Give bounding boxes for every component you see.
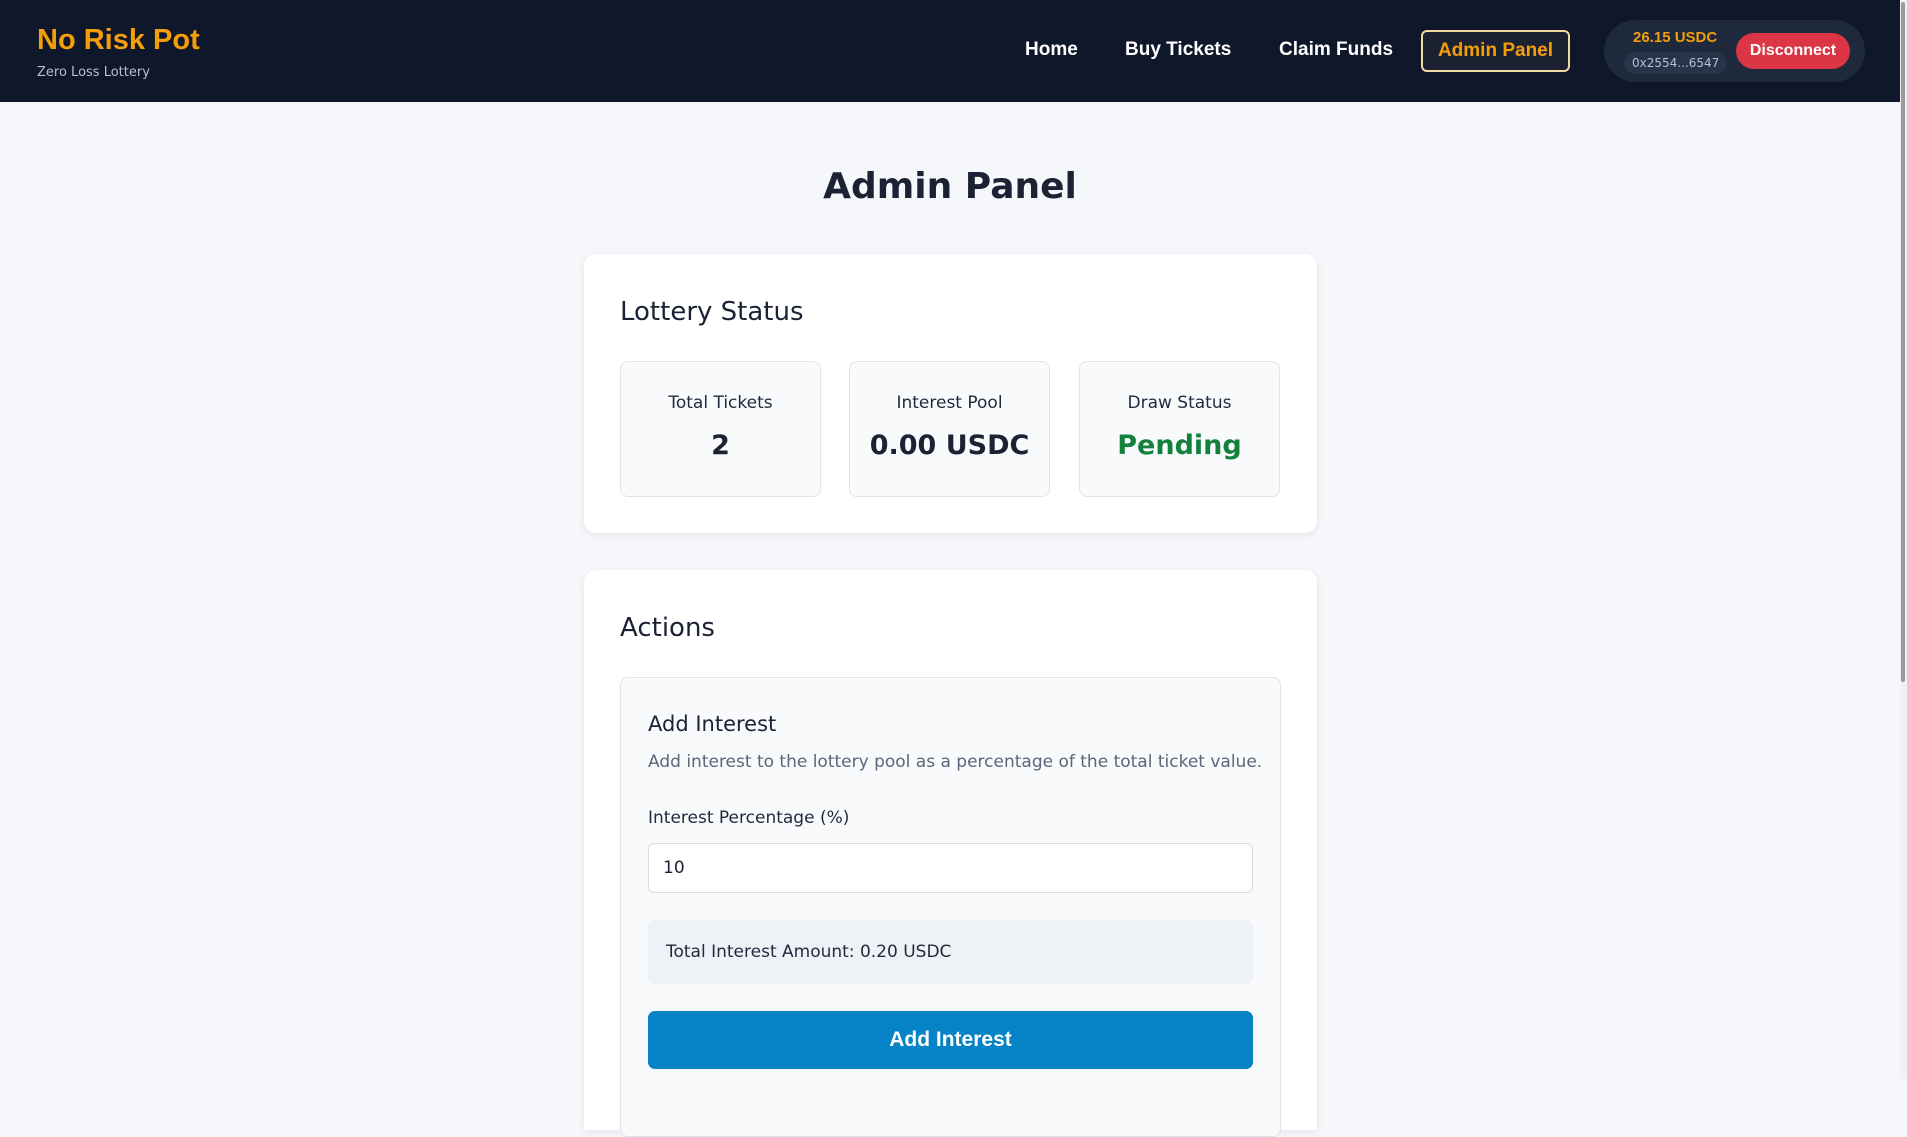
lottery-status-card: Lottery Status Total Tickets 2 Interest … — [584, 254, 1317, 533]
brand-title[interactable]: No Risk Pot — [37, 24, 200, 57]
wallet-balance: 26.15 USDC — [1633, 29, 1718, 46]
page-title: Admin Panel — [823, 166, 1077, 207]
stat-value: 0.00 USDC — [869, 430, 1030, 461]
actions-card: Actions Add Interest Add interest to the… — [584, 570, 1317, 1137]
total-interest-amount: Total Interest Amount: 0.20 USDC — [648, 920, 1253, 984]
stat-value: 2 — [711, 430, 730, 461]
stat-label: Total Tickets — [668, 393, 773, 413]
nav-admin-panel[interactable]: Admin Panel — [1421, 30, 1570, 72]
scrollbar-thumb[interactable] — [1901, 2, 1905, 682]
add-interest-title: Add Interest — [648, 712, 777, 736]
nav-claim-funds[interactable]: Claim Funds — [1279, 39, 1393, 61]
nav-buy-tickets[interactable]: Buy Tickets — [1125, 39, 1231, 61]
top-navbar: No Risk Pot Zero Loss Lottery Home Buy T… — [0, 0, 1900, 102]
stat-label: Interest Pool — [896, 393, 1003, 413]
nav-home[interactable]: Home — [1025, 39, 1078, 61]
lottery-status-title: Lottery Status — [620, 297, 804, 327]
actions-title: Actions — [620, 613, 715, 643]
add-interest-panel: Add Interest Add interest to the lottery… — [620, 677, 1281, 1137]
wallet-address: 0x2554...6547 — [1624, 52, 1728, 74]
add-interest-description: Add interest to the lottery pool as a pe… — [648, 752, 1263, 772]
draw-status-badge: Pending — [1117, 430, 1242, 461]
add-interest-button[interactable]: Add Interest — [648, 1011, 1253, 1069]
interest-percentage-input[interactable] — [648, 843, 1253, 893]
disconnect-button[interactable]: Disconnect — [1736, 33, 1850, 69]
brand-tagline: Zero Loss Lottery — [37, 65, 150, 80]
page-scrollbar[interactable] — [1900, 0, 1907, 1079]
stat-interest-pool: Interest Pool 0.00 USDC — [849, 361, 1050, 497]
wallet-widget: 26.15 USDC 0x2554...6547 Disconnect — [1604, 20, 1865, 82]
stat-total-tickets: Total Tickets 2 — [620, 361, 821, 497]
stat-label: Draw Status — [1127, 393, 1232, 413]
stat-draw-status: Draw Status Pending — [1079, 361, 1280, 497]
interest-percentage-label: Interest Percentage (%) — [648, 808, 850, 828]
